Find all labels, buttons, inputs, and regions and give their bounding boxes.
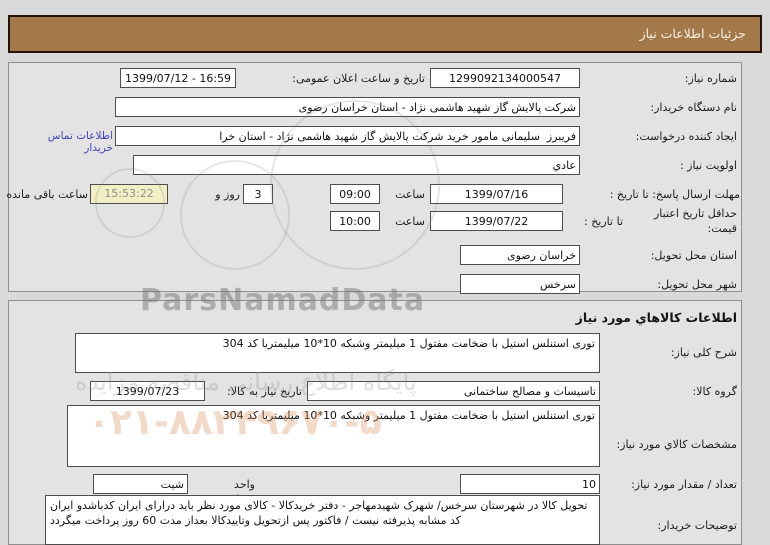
price-validity-time-input[interactable] <box>330 211 380 231</box>
response-deadline-time-input[interactable] <box>330 184 380 204</box>
delivery-province-input[interactable] <box>460 245 580 265</box>
delivery-city-label: شهر محل تحویل: <box>657 278 737 291</box>
announce-datetime-label: تاریخ و ساعت اعلان عمومی: <box>292 72 425 85</box>
response-deadline-date-input[interactable] <box>430 184 563 204</box>
response-deadline-label: مهلت ارسال پاسخ: تا تاریخ : <box>609 188 740 201</box>
goods-specs-textarea[interactable]: توری استنلس استیل با ضخامت مفتول 1 میلیم… <box>67 405 600 467</box>
quantity-label: تعداد / مقدار مورد نیاز: <box>631 478 737 491</box>
deadline-hour-label: ساعت <box>395 188 425 201</box>
delivery-province-label: استان محل تحویل: <box>650 249 737 262</box>
buyer-contact-link[interactable]: اطلاعات تماس خریدار <box>28 130 113 154</box>
price-validity-until-label: تا تاریخ : <box>584 215 623 228</box>
announce-datetime-input[interactable] <box>120 68 236 88</box>
quantity-input[interactable] <box>460 474 600 494</box>
count-unit-input[interactable] <box>93 474 188 494</box>
remaining-days-input[interactable] <box>243 184 273 204</box>
goods-section-title: اطلاعات کالاهاي مورد نیاز <box>575 310 737 325</box>
request-creator-input[interactable] <box>115 126 580 146</box>
countdown-timer: 15:53:22 <box>90 184 168 204</box>
goods-group-input[interactable] <box>307 381 600 401</box>
buyer-notes-label: توضیحات خریدار: <box>657 519 738 532</box>
page-title-bar: جزئیات اطلاعات نیاز <box>8 15 762 53</box>
buyer-org-label: نام دستگاه خریدار: <box>650 101 737 114</box>
priority-input[interactable] <box>133 155 580 175</box>
goods-group-label: گروه کالا: <box>692 385 737 398</box>
request-creator-label: ایجاد کننده درخواست: <box>635 130 737 143</box>
price-validity-hour-label: ساعت <box>395 215 425 228</box>
goods-specs-label: مشخصات کالاي مورد نیاز: <box>616 438 737 451</box>
price-validity-date-input[interactable] <box>430 211 563 231</box>
price-validity-label: حداقل تاریخ اعتبار قیمت: <box>653 207 737 235</box>
buyer-org-input[interactable] <box>115 97 580 117</box>
need-date-input[interactable] <box>90 381 205 401</box>
delivery-city-input[interactable] <box>460 274 580 294</box>
priority-label: اولویت نیاز : <box>679 159 737 172</box>
buyer-notes-textarea[interactable]: تحویل کالا در شهرستان سرخس/ شهرک شهیدمها… <box>45 495 600 545</box>
need-details-page: جزئیات اطلاعات نیاز شماره نیاز: تاریخ و … <box>0 0 770 545</box>
hours-remaining-label: ساعت باقی مانده <box>6 188 88 201</box>
general-desc-textarea[interactable]: توری استنلس استیل با ضخامت مفتول 1 میلیم… <box>75 333 600 373</box>
need-number-input[interactable] <box>430 68 580 88</box>
days-and-label: روز و <box>215 188 240 201</box>
need-number-label: شماره نیاز: <box>684 72 737 85</box>
general-desc-label: شرح کلی نیاز: <box>670 346 737 359</box>
need-date-label: تاریخ نیاز به کالا: <box>227 385 302 398</box>
